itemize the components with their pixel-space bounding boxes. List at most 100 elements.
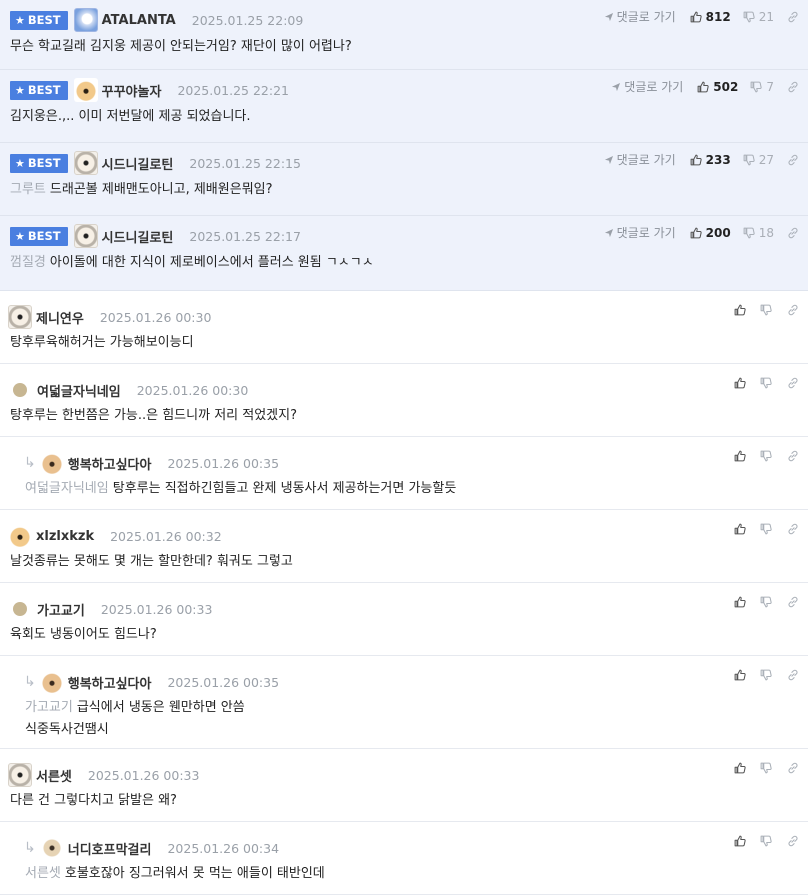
- comment: 서른셋 2025.01.26 00:33 다른 건 그렇다치고 닭발은 왜?: [0, 749, 808, 822]
- avatar: [73, 78, 98, 102]
- mention[interactable]: 그루트: [10, 182, 46, 197]
- downvote-button[interactable]: 21: [743, 10, 774, 24]
- link-icon: [787, 81, 799, 93]
- copy-link-button[interactable]: [786, 303, 800, 317]
- copy-link-button[interactable]: [786, 80, 800, 94]
- downvote-count: 21: [758, 9, 774, 24]
- upvote-button[interactable]: [734, 450, 746, 462]
- nickname[interactable]: 행복하고싶다아: [68, 673, 152, 692]
- mention[interactable]: 껌질경: [10, 255, 46, 270]
- nickname[interactable]: ATALANTA: [102, 13, 176, 28]
- upvote-button[interactable]: [734, 596, 746, 608]
- downvote-button[interactable]: 18: [743, 226, 774, 240]
- upvote-button[interactable]: 233: [690, 153, 731, 167]
- best-label: BEST: [27, 13, 61, 27]
- downvote-button[interactable]: [760, 377, 772, 389]
- downvote-button[interactable]: 7: [750, 80, 774, 94]
- downvote-button[interactable]: [760, 762, 772, 774]
- nickname[interactable]: xlzlxkzk: [36, 529, 94, 544]
- star-icon: ★: [15, 229, 25, 243]
- downvote-button[interactable]: [760, 450, 772, 462]
- upvote-button[interactable]: [734, 523, 746, 535]
- comment-header: ★ BEST 시드니길로틴 2025.01.25 22:15: [10, 143, 301, 183]
- copy-link-button[interactable]: [786, 449, 800, 463]
- best-badge: ★ BEST: [10, 80, 68, 100]
- comment-actions: 댓글로 가기 502 7: [611, 78, 800, 95]
- upvote-button[interactable]: 200: [690, 226, 731, 240]
- timestamp: 2025.01.26 00:30: [99, 309, 212, 325]
- downvote-button[interactable]: [760, 669, 772, 681]
- star-icon: ★: [15, 156, 25, 170]
- best-label: BEST: [27, 229, 61, 243]
- copy-link-button[interactable]: [786, 153, 800, 167]
- downvote-count: 27: [758, 152, 774, 167]
- downvote-button[interactable]: [760, 596, 772, 608]
- mention[interactable]: 서른셋: [25, 866, 61, 881]
- goto-comment-link[interactable]: 댓글로 가기: [611, 78, 683, 95]
- upvote-count: 200: [705, 225, 731, 240]
- upvote-button[interactable]: [734, 835, 746, 847]
- upvote-button[interactable]: 502: [697, 80, 738, 94]
- nickname[interactable]: 너디호프막걸리: [68, 839, 152, 858]
- goto-comment-link[interactable]: 댓글로 가기: [604, 8, 676, 25]
- avatar-dot-icon: [13, 383, 27, 397]
- mention[interactable]: 가고교기: [25, 700, 73, 715]
- comment-text: 드래곤볼 제배맨도아니고, 제배원은뭐임?: [49, 182, 273, 197]
- comment-header: ↳ 행복하고싶다아 2025.01.26 00:35: [0, 443, 279, 483]
- copy-link-button[interactable]: [786, 226, 800, 240]
- best-comment: ★ BEST 꾸꾸야놀자 2025.01.25 22:21 댓글로 가기 502 7 김지웅은…: [0, 70, 808, 143]
- comment-header: ★ BEST 시드니길로틴 2025.01.25 22:17: [10, 216, 301, 256]
- avatar: [73, 224, 98, 248]
- nickname[interactable]: 행복하고싶다아: [68, 454, 152, 473]
- copy-link-button[interactable]: [786, 834, 800, 848]
- avatar: [8, 524, 32, 548]
- upvote-button[interactable]: [734, 669, 746, 681]
- nickname[interactable]: 제니연우: [36, 308, 84, 327]
- comment-header: 가고교기 2025.01.26 00:33: [8, 589, 212, 629]
- upvote-button[interactable]: [734, 377, 746, 389]
- nickname[interactable]: 서른셋: [36, 766, 72, 785]
- nickname[interactable]: 시드니길로틴: [102, 154, 174, 173]
- downvote-button[interactable]: 27: [743, 153, 774, 167]
- nickname[interactable]: 여덟글자닉네임: [37, 381, 121, 400]
- best-badge: ★ BEST: [10, 10, 68, 30]
- nickname[interactable]: 시드니길로틴: [102, 227, 174, 246]
- reply-comment: ↳ 너디호프막걸리 2025.01.26 00:34 서른셋 호불호잖아 징그러워서 못…: [0, 822, 808, 895]
- comment-text: 호불호잖아 징그러워서 못 먹는 애들이 태반인데: [64, 866, 325, 881]
- star-icon: ★: [15, 83, 25, 97]
- comment-body: 육회도 냉동이어도 힘드나?: [10, 624, 157, 646]
- mention[interactable]: 여덟글자닉네임: [25, 481, 109, 496]
- copy-link-button[interactable]: [786, 595, 800, 609]
- downvote-button[interactable]: [760, 523, 772, 535]
- copy-link-button[interactable]: [786, 10, 800, 24]
- avatar: [39, 670, 64, 694]
- nickname[interactable]: 꾸꾸야놀자: [102, 81, 162, 100]
- comment-header: 서른셋 2025.01.26 00:33: [8, 755, 199, 795]
- link-icon: [787, 377, 799, 389]
- goto-comment-link[interactable]: 댓글로 가기: [604, 224, 676, 241]
- upvote-button[interactable]: [734, 762, 746, 774]
- best-comment: ★ BEST 시드니길로틴 2025.01.25 22:15 댓글로 가기 233 27 그루…: [0, 143, 808, 216]
- downvote-button[interactable]: [760, 304, 772, 316]
- upvote-button[interactable]: 812: [690, 10, 731, 24]
- copy-link-button[interactable]: [786, 761, 800, 775]
- link-icon: [787, 304, 799, 316]
- copy-link-button[interactable]: [786, 522, 800, 536]
- avatar: [73, 8, 98, 32]
- timestamp: 2025.01.26 00:33: [87, 767, 200, 783]
- avatar: [39, 836, 64, 860]
- upvote-count: 233: [705, 152, 731, 167]
- goto-comment-link[interactable]: 댓글로 가기: [604, 151, 676, 168]
- link-icon: [787, 835, 799, 847]
- thumbs-up-icon: [734, 523, 746, 535]
- comment-text: 탕후루는 한번쯤은 가능..은 힘드니까 저리 적었겠지?: [10, 408, 297, 423]
- comment-text: 탕후루는 직접하긴힘들고 완제 냉동사서 제공하는거면 가능할듯: [112, 481, 457, 496]
- timestamp: 2025.01.25 22:09: [191, 12, 304, 28]
- copy-link-button[interactable]: [786, 668, 800, 682]
- upvote-button[interactable]: [734, 304, 746, 316]
- nickname[interactable]: 가고교기: [37, 600, 85, 619]
- copy-link-button[interactable]: [786, 376, 800, 390]
- best-comment: ★ BEST 시드니길로틴 2025.01.25 22:17 댓글로 가기 200 18 껌질…: [0, 216, 808, 291]
- comment-actions: 댓글로 가기 812 21: [604, 8, 800, 25]
- downvote-button[interactable]: [760, 835, 772, 847]
